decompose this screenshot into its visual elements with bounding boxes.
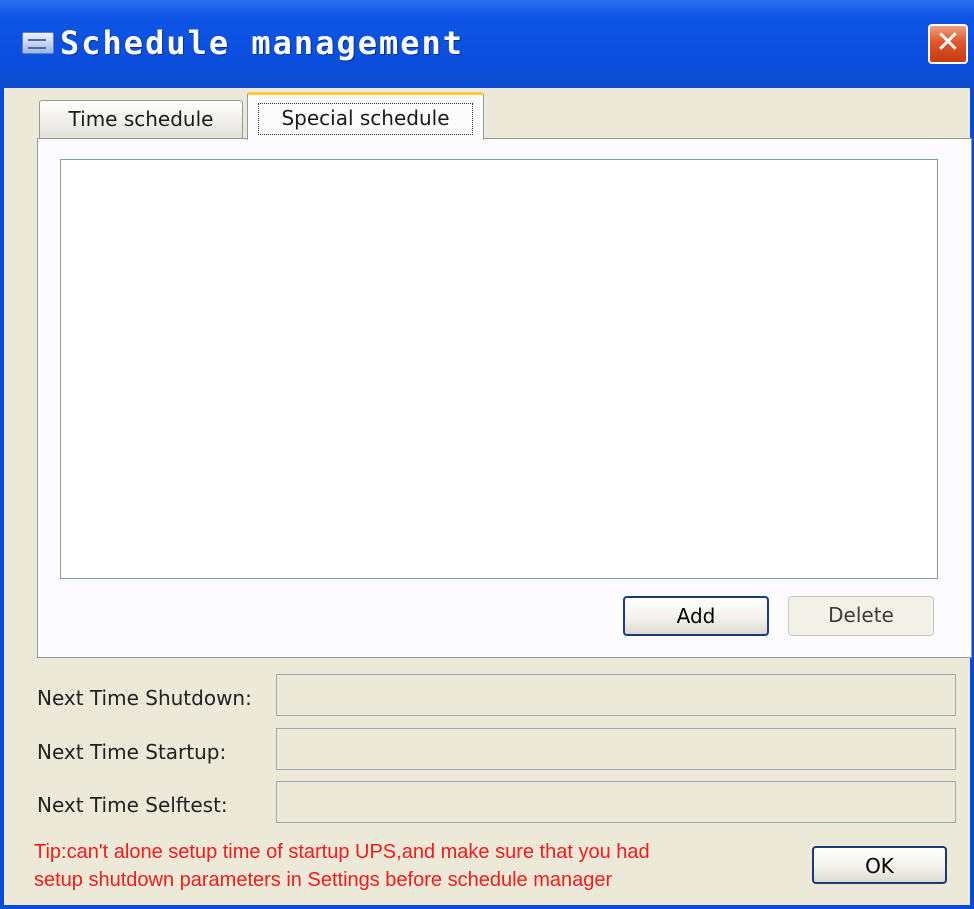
tip-line-1: Tip:can't alone setup time of startup UP… bbox=[34, 841, 650, 863]
schedule-management-window: Schedule management ✕ Time schedule Spec… bbox=[0, 0, 974, 909]
tab-special-schedule[interactable]: Special schedule bbox=[247, 92, 484, 140]
tip-text: Tip:can't alone setup time of startup UP… bbox=[34, 838, 794, 894]
next-startup-label: Next Time Startup: bbox=[37, 740, 227, 764]
next-shutdown-label: Next Time Shutdown: bbox=[37, 686, 252, 710]
app-icon bbox=[22, 32, 54, 54]
tab-label: Time schedule bbox=[68, 107, 214, 131]
tab-label: Special schedule bbox=[281, 106, 450, 130]
delete-button[interactable]: Delete bbox=[788, 596, 934, 636]
next-shutdown-field bbox=[276, 674, 956, 716]
title-bar[interactable]: Schedule management ✕ bbox=[0, 0, 974, 88]
close-button[interactable]: ✕ bbox=[928, 24, 968, 64]
ok-button[interactable]: OK bbox=[812, 846, 947, 884]
tab-focus-outline: Special schedule bbox=[258, 103, 473, 135]
special-schedule-list[interactable] bbox=[60, 159, 938, 579]
add-button[interactable]: Add bbox=[623, 596, 769, 636]
special-schedule-panel: Add Delete bbox=[37, 138, 972, 658]
next-selftest-label: Next Time Selftest: bbox=[37, 793, 228, 817]
tab-time-schedule[interactable]: Time schedule bbox=[39, 100, 243, 138]
window-title: Schedule management bbox=[60, 24, 465, 62]
next-selftest-field bbox=[276, 781, 956, 823]
dialog-body: Time schedule Special schedule Add Delet… bbox=[4, 88, 972, 905]
tip-line-2: setup shutdown parameters in Settings be… bbox=[34, 869, 613, 891]
next-startup-field bbox=[276, 728, 956, 770]
